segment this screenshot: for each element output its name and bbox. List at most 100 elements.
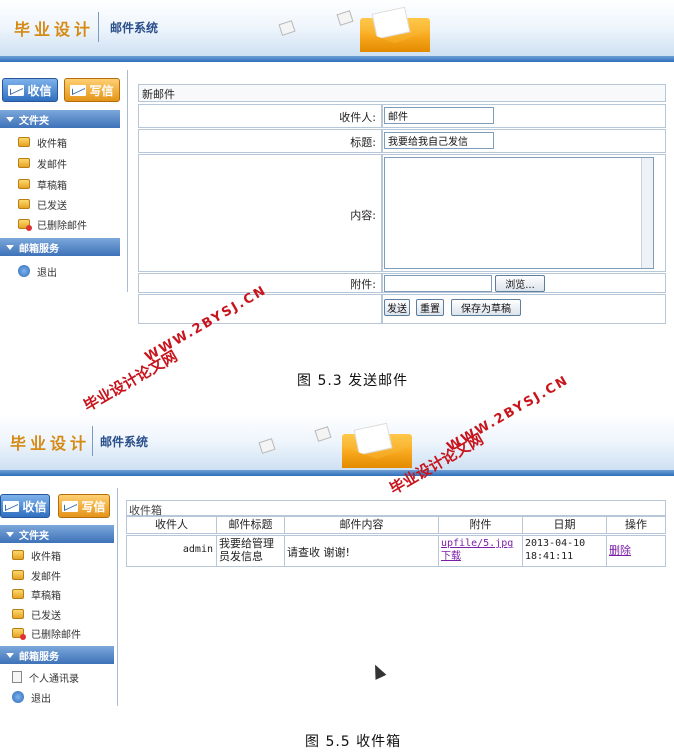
mouse-cursor-icon — [369, 662, 387, 680]
send-button[interactable]: 发送 — [384, 299, 410, 316]
collapse-icon — [6, 116, 14, 122]
download-link[interactable]: upfile/5.jpg下载 — [441, 538, 513, 562]
sidebar-item-compose[interactable]: 发邮件 — [12, 566, 61, 584]
sidebar-divider — [127, 70, 128, 292]
sidebar-item-label: 已删除邮件 — [37, 220, 87, 232]
sidebar-item-label: 个人通讯录 — [29, 673, 79, 685]
sidebar-item-deleted[interactable]: 已删除邮件 — [18, 215, 87, 233]
receive-label: 收信 — [27, 83, 52, 98]
sidebar-item-inbox[interactable]: 收件箱 — [12, 546, 61, 564]
reset-button[interactable]: 重置 — [416, 299, 444, 316]
subject-cell[interactable]: 我要给管理员发信息 — [217, 536, 285, 566]
mail-logo-icon — [342, 422, 412, 468]
service-title: 邮箱服务 — [19, 651, 59, 663]
attachment-input[interactable] — [384, 275, 492, 292]
column-header: 操作 — [625, 518, 647, 531]
sidebar-item-label: 草稿箱 — [31, 590, 61, 602]
folders-header[interactable]: 文件夹 — [0, 525, 114, 543]
column-header: 附件 — [439, 517, 523, 533]
sidebar-item-logout[interactable]: 退出 — [18, 262, 57, 280]
exit-icon — [12, 691, 24, 703]
sidebar-item-label: 退出 — [37, 267, 57, 279]
folders-header[interactable]: 文件夹 — [0, 110, 120, 128]
folders-title: 文件夹 — [19, 530, 49, 542]
sidebar-item-label: 草稿箱 — [37, 180, 67, 192]
column-header: 收件人 — [127, 517, 217, 533]
figure-caption-bottom: 图 5.5 收件箱 — [305, 734, 402, 750]
header-banner: 毕业设计 邮件系统 — [0, 0, 674, 62]
service-header[interactable]: 邮箱服务 — [0, 238, 120, 256]
sidebar-item-contacts[interactable]: 个人通讯录 — [12, 668, 79, 686]
browse-button[interactable]: 浏览... — [495, 275, 545, 292]
sidebar-item-label: 收件箱 — [37, 138, 67, 150]
brand-divider — [98, 12, 99, 42]
write-button[interactable]: 写信 — [64, 78, 120, 102]
content-cell: 请查收 谢谢! — [285, 536, 439, 566]
sidebar-item-label: 发邮件 — [31, 571, 61, 583]
content-textarea[interactable] — [384, 157, 654, 269]
inbox-icon — [8, 84, 25, 96]
envelope-icon — [258, 438, 276, 454]
brand-title: 毕业设计 — [10, 434, 91, 453]
sidebar-item-label: 收件箱 — [31, 551, 61, 563]
brand-divider — [92, 426, 93, 456]
envelope-icon — [278, 20, 296, 36]
sidebar-item-sent[interactable]: 已发送 — [12, 605, 61, 623]
trash-folder-icon — [12, 628, 26, 640]
form-title-row: 新邮件 — [138, 84, 666, 102]
receive-button[interactable]: 收信 — [0, 494, 50, 518]
service-header[interactable]: 邮箱服务 — [0, 646, 114, 664]
mail-logo-icon — [360, 6, 430, 52]
delete-link[interactable]: 删除 — [609, 544, 631, 557]
content-label: 内容: — [350, 209, 376, 222]
sidebar-item-logout[interactable]: 退出 — [12, 688, 51, 706]
service-title: 邮箱服务 — [19, 243, 59, 255]
subject-label: 标题: — [350, 136, 376, 149]
sidebar-item-drafts[interactable]: 草稿箱 — [18, 175, 67, 193]
system-name: 邮件系统 — [110, 21, 159, 35]
scrollbar[interactable] — [641, 158, 653, 268]
action-cell: 删除 — [607, 536, 665, 566]
column-header: 邮件标题 — [217, 517, 285, 533]
compose-icon — [62, 500, 79, 512]
to-input[interactable] — [384, 107, 494, 124]
form-title: 新邮件 — [142, 88, 175, 101]
write-label: 写信 — [81, 499, 106, 514]
recipient-cell: admin — [127, 536, 217, 566]
subject-input[interactable] — [384, 132, 494, 149]
folder-icon — [18, 137, 30, 147]
attachment-cell: upfile/5.jpg下载 — [439, 536, 523, 566]
brand-title: 毕业设计 — [14, 20, 95, 39]
sidebar-item-inbox[interactable]: 收件箱 — [18, 133, 67, 151]
sidebar-item-label: 已发送 — [37, 200, 67, 212]
receive-label: 收信 — [22, 499, 47, 514]
date-cell: 2013-04-10 18:41:11 — [523, 536, 607, 566]
system-name: 邮件系统 — [100, 435, 149, 449]
to-label: 收件人: — [339, 111, 376, 124]
inbox-title-row: 收件箱 — [126, 500, 666, 517]
sidebar-item-compose[interactable]: 发邮件 — [18, 154, 67, 172]
sidebar-item-label: 已发送 — [31, 610, 61, 622]
inbox-icon — [3, 500, 20, 512]
folder-icon — [12, 550, 24, 560]
attach-label: 附件: — [350, 278, 376, 291]
table-row[interactable]: admin 我要给管理员发信息 请查收 谢谢! upfile/5.jpg下载 2… — [126, 535, 666, 567]
sidebar-item-label: 已删除邮件 — [31, 629, 81, 641]
receive-button[interactable]: 收信 — [2, 78, 58, 102]
compose-icon — [70, 84, 87, 96]
exit-icon — [18, 265, 30, 277]
folder-icon — [12, 589, 24, 599]
sidebar-item-deleted[interactable]: 已删除邮件 — [12, 624, 81, 642]
sidebar-item-label: 退出 — [31, 693, 51, 705]
header-banner: 毕业设计 邮件系统 — [0, 414, 674, 476]
folder-icon — [12, 609, 24, 619]
sidebar-item-label: 发邮件 — [37, 159, 67, 171]
collapse-icon — [6, 652, 14, 658]
sidebar-item-drafts[interactable]: 草稿箱 — [12, 585, 61, 603]
folder-icon — [12, 570, 24, 580]
sidebar-divider — [117, 488, 118, 706]
sidebar-item-sent[interactable]: 已发送 — [18, 195, 67, 213]
write-button[interactable]: 写信 — [58, 494, 110, 518]
save-draft-button[interactable]: 保存为草稿 — [451, 299, 521, 316]
table-header: 收件人 邮件标题 邮件内容 附件 日期 操作 — [126, 516, 666, 534]
